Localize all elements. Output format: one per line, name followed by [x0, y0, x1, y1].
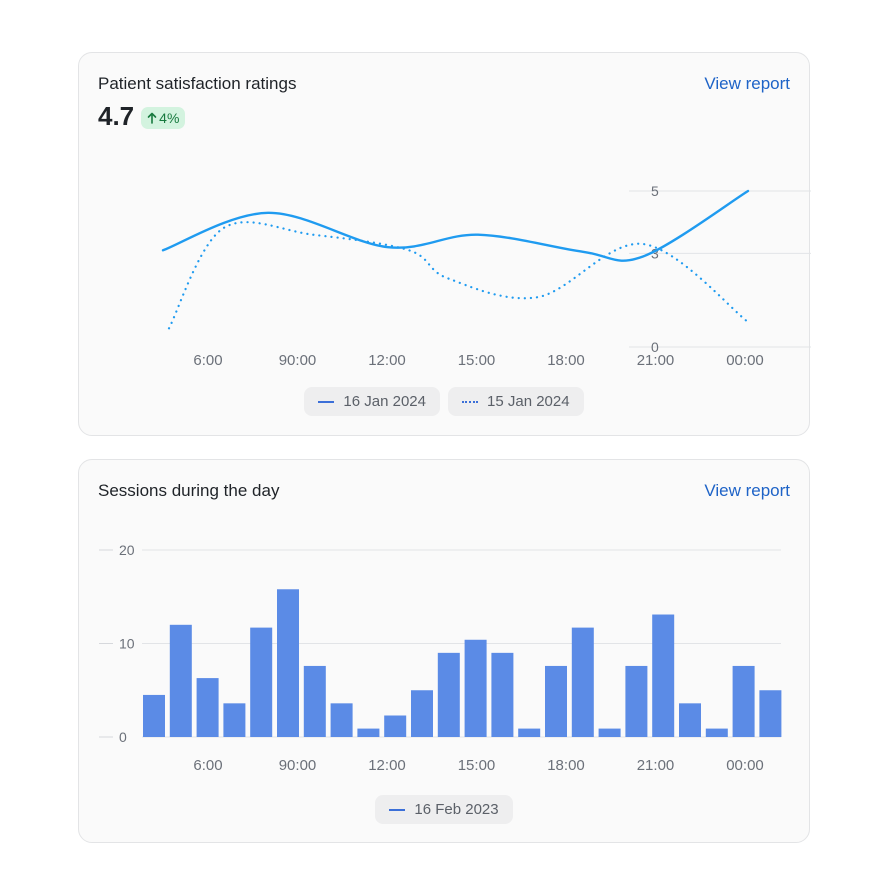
bar	[679, 703, 701, 737]
bar	[625, 665, 648, 737]
x-tick-label: 15:00	[458, 352, 496, 369]
solid-line-swatch	[389, 808, 406, 811]
series-line-1	[161, 189, 750, 262]
bar	[411, 690, 433, 737]
bar	[705, 728, 728, 737]
x-tick-label: 00:00	[726, 352, 764, 369]
bar	[437, 652, 460, 737]
sessions-card: Sessions during the day View report 0 10 2…	[78, 459, 810, 843]
x-tick-label: 6:00	[193, 757, 222, 774]
series-line-2	[167, 221, 750, 330]
bar	[759, 690, 782, 737]
legend-item-16-jan-2024[interactable]: 16 Jan 2024	[304, 387, 440, 416]
x-tick-label: 15:00	[458, 757, 496, 774]
bar	[464, 639, 487, 737]
bar	[223, 703, 246, 737]
bar	[143, 694, 165, 737]
bar	[545, 665, 567, 737]
bar	[571, 627, 594, 737]
x-tick-label: 90:00	[279, 352, 317, 369]
x-tick-label: 12:00	[368, 352, 406, 369]
x-tick-label: 12:00	[368, 757, 406, 774]
y-tick-label: 20	[119, 542, 135, 558]
legend-label: 16 Jan 2024	[343, 393, 426, 410]
bar	[652, 614, 675, 737]
line-chart: 0356:00 90:00 12:00 15:00 18:00 21:00 00:00	[161, 183, 811, 369]
bar	[357, 728, 380, 737]
bar	[491, 652, 514, 737]
bar	[330, 703, 353, 737]
bar	[518, 728, 541, 737]
y-tick-label: 5	[651, 183, 659, 199]
legend-item-15-jan-2024[interactable]: 15 Jan 2024	[448, 387, 584, 416]
x-tick-label: 21:00	[637, 352, 675, 369]
x-tick-label: 21:00	[637, 757, 675, 774]
dotted-line-swatch	[462, 400, 478, 403]
bar-chart: 0 10 20 6:00 90:00 12:00 15:00 18:00 21:00 00:00	[99, 542, 782, 774]
legend-label: 15 Jan 2024	[487, 393, 570, 410]
bar	[303, 665, 326, 737]
bar	[196, 678, 219, 737]
bar	[169, 624, 192, 737]
x-tick-label: 18:00	[547, 352, 585, 369]
y-tick-label: 0	[119, 729, 127, 745]
x-tick-label: 90:00	[279, 757, 317, 774]
legend-item-16-feb-2023[interactable]: 16 Feb 2023	[375, 795, 513, 824]
x-tick-label: 00:00	[726, 757, 764, 774]
bar	[277, 589, 299, 737]
bar	[732, 665, 755, 737]
bar	[598, 728, 621, 737]
legend: 16 Jan 2024 15 Jan 2024	[79, 387, 809, 416]
solid-line-swatch	[318, 400, 335, 403]
satisfaction-card: Patient satisfaction ratings View report…	[78, 52, 811, 436]
legend: 16 Feb 2023	[79, 795, 809, 824]
x-tick-label: 18:00	[547, 757, 585, 774]
bar	[250, 627, 273, 737]
x-tick-label: 6:00	[193, 352, 222, 369]
bar	[384, 715, 407, 737]
y-tick-label: 10	[119, 636, 135, 652]
legend-label: 16 Feb 2023	[414, 801, 499, 818]
